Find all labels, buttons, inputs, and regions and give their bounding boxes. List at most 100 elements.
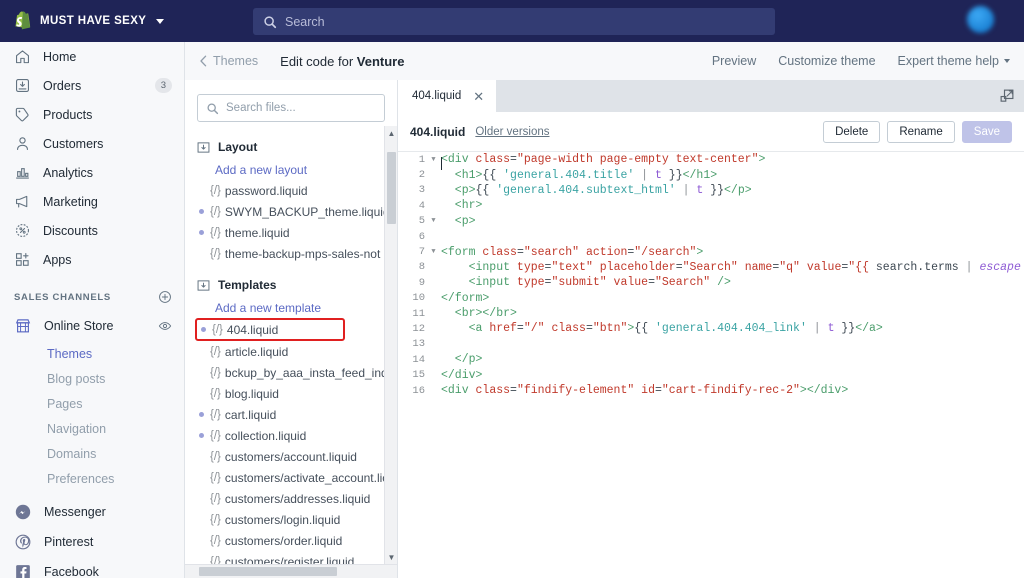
code-line-text: <p>{{ 'general.404.subtext_html' | t }}<… [439, 184, 752, 197]
eye-icon[interactable] [158, 319, 172, 333]
folder-icon [197, 141, 210, 154]
fold-arrow-icon[interactable]: ▼ [428, 217, 439, 225]
sidebar-item-messenger[interactable]: Messenger [0, 497, 184, 527]
file-row[interactable]: {/} customers/addresses.liquid [185, 488, 397, 509]
liquid-marker-icon: {/} [210, 430, 221, 442]
unsaved-dot-icon [201, 327, 206, 332]
sidebar-item-pages[interactable]: Pages [0, 391, 184, 416]
folder-label: Layout [218, 140, 257, 154]
folder-templates[interactable]: Templates [185, 272, 397, 298]
expand-icon[interactable] [995, 84, 1019, 108]
file-row[interactable]: {/} collection.liquid [185, 425, 397, 446]
file-row[interactable]: {/} SWYM_BACKUP_theme.liquid [185, 201, 397, 222]
sidebar-item-preferences[interactable]: Preferences [0, 466, 184, 491]
file-row[interactable]: {/} bckup_by_aaa_insta_feed_inde [185, 362, 397, 383]
code-content[interactable]: 1▼<div class="page-width page-empty text… [398, 152, 1024, 578]
search-icon [206, 102, 219, 115]
sidebar-item-orders[interactable]: Orders 3 [0, 71, 184, 100]
sidebar-item-blog-posts[interactable]: Blog posts [0, 366, 184, 391]
sidebar-item-online-store[interactable]: Online Store [0, 311, 184, 341]
code-line: 5▼ <p> [398, 214, 1024, 229]
sidebar-item-analytics[interactable]: Analytics [0, 158, 184, 187]
older-versions-link[interactable]: Older versions [475, 126, 549, 138]
file-name: SWYM_BACKUP_theme.liquid [225, 205, 390, 219]
sidebar-item-marketing[interactable]: Marketing [0, 187, 184, 216]
line-number: 10 [398, 292, 428, 304]
sidebar-item-facebook[interactable]: Facebook [0, 557, 184, 578]
file-row[interactable]: {/} customers/login.liquid [185, 509, 397, 530]
fold-arrow-icon[interactable]: ▼ [428, 156, 439, 164]
unsaved-dot-icon [199, 349, 204, 354]
rename-button[interactable]: Rename [887, 121, 954, 143]
scrollbar-thumb[interactable] [387, 152, 396, 224]
save-button[interactable]: Save [962, 121, 1012, 143]
code-line: 6 [398, 229, 1024, 244]
file-name: cart.liquid [225, 408, 276, 422]
unsaved-dot-icon [199, 251, 204, 256]
apps-icon [14, 251, 31, 268]
global-search-input[interactable]: Search [253, 8, 775, 35]
scroll-up-arrow-icon[interactable]: ▲ [385, 126, 397, 140]
preview-link[interactable]: Preview [712, 54, 756, 68]
file-row-404-liquid[interactable]: {/} 404.liquid [195, 318, 345, 341]
file-row[interactable]: {/} customers/activate_account.lic [185, 467, 397, 488]
file-row[interactable]: {/} password.liquid [185, 180, 397, 201]
code-line-text: <br></br> [439, 307, 517, 320]
folder-layout[interactable]: Layout [185, 134, 397, 160]
customize-theme-label: Customize theme [778, 54, 875, 68]
plus-circle-icon[interactable] [158, 290, 172, 304]
editor-tab-strip: 404.liquid ✕ [398, 80, 1024, 112]
liquid-marker-icon: {/} [210, 227, 221, 239]
sidebar-item-customers[interactable]: Customers [0, 129, 184, 158]
store-switcher[interactable]: MUST HAVE SEXY [0, 11, 185, 32]
editor-tab-404-liquid[interactable]: 404.liquid ✕ [398, 80, 496, 112]
file-row[interactable]: {/} cart.liquid [185, 404, 397, 425]
file-tree-horizontal-scrollbar[interactable] [185, 564, 397, 578]
fold-arrow-icon[interactable]: ▼ [428, 248, 439, 256]
sidebar-item-pinterest[interactable]: Pinterest [0, 527, 184, 557]
code-line: 4 <hr> [398, 198, 1024, 213]
file-row[interactable]: {/} theme.liquid [185, 222, 397, 243]
breadcrumb-back-themes[interactable]: Themes [199, 54, 258, 68]
user-menu[interactable] [967, 6, 1018, 33]
sidebar-item-label: Navigation [47, 422, 106, 436]
delete-button[interactable]: Delete [823, 121, 880, 143]
file-name: customers/activate_account.lic [225, 471, 388, 485]
code-line: 7▼<form class="search" action="/search"> [398, 244, 1024, 259]
file-search-input[interactable]: Search files... [197, 94, 385, 122]
file-tree-vertical-scrollbar[interactable]: ▲ ▼ [384, 126, 397, 578]
liquid-marker-icon: {/} [212, 324, 223, 336]
sidebar-item-domains[interactable]: Domains [0, 441, 184, 466]
file-row[interactable]: {/} article.liquid [185, 341, 397, 362]
expert-theme-help-menu[interactable]: Expert theme help [898, 54, 1010, 68]
user-name [1000, 15, 1018, 25]
add-new-template-link[interactable]: Add a new template [185, 298, 397, 318]
sidebar-item-navigation[interactable]: Navigation [0, 416, 184, 441]
liquid-marker-icon: {/} [210, 388, 221, 400]
sidebar-item-products[interactable]: Products [0, 100, 184, 129]
code-line: 10</form> [398, 291, 1024, 306]
code-line-text: </p> [439, 353, 482, 366]
sidebar-item-apps[interactable]: Apps [0, 245, 184, 274]
sidebar-item-label: Customers [43, 137, 172, 151]
orders-icon [14, 77, 31, 94]
sidebar-item-home[interactable]: Home [0, 42, 184, 71]
sidebar-item-discounts[interactable]: Discounts [0, 216, 184, 245]
file-name: customers/login.liquid [225, 513, 340, 527]
scroll-down-arrow-icon[interactable]: ▼ [385, 550, 397, 564]
sidebar-item-themes[interactable]: Themes [0, 341, 184, 366]
close-icon[interactable]: ✕ [473, 90, 484, 103]
tab-label: 404.liquid [412, 90, 461, 102]
customize-theme-link[interactable]: Customize theme [778, 54, 875, 68]
scrollbar-thumb[interactable] [199, 567, 337, 576]
file-row[interactable]: {/} customers/account.liquid [185, 446, 397, 467]
code-line-text: <hr> [439, 199, 482, 212]
file-row[interactable]: {/} theme-backup-mps-sales-not [185, 243, 397, 264]
editor-file-bar: 404.liquid Older versions Delete Rename … [398, 112, 1024, 152]
code-line-text: <input type="submit" value="Search" /> [439, 276, 731, 289]
code-line: 9 <input type="submit" value="Search" /> [398, 275, 1024, 290]
file-row[interactable]: {/} blog.liquid [185, 383, 397, 404]
add-new-layout-link[interactable]: Add a new layout [185, 160, 397, 180]
file-row[interactable]: {/} customers/order.liquid [185, 530, 397, 551]
file-name: password.liquid [225, 184, 308, 198]
